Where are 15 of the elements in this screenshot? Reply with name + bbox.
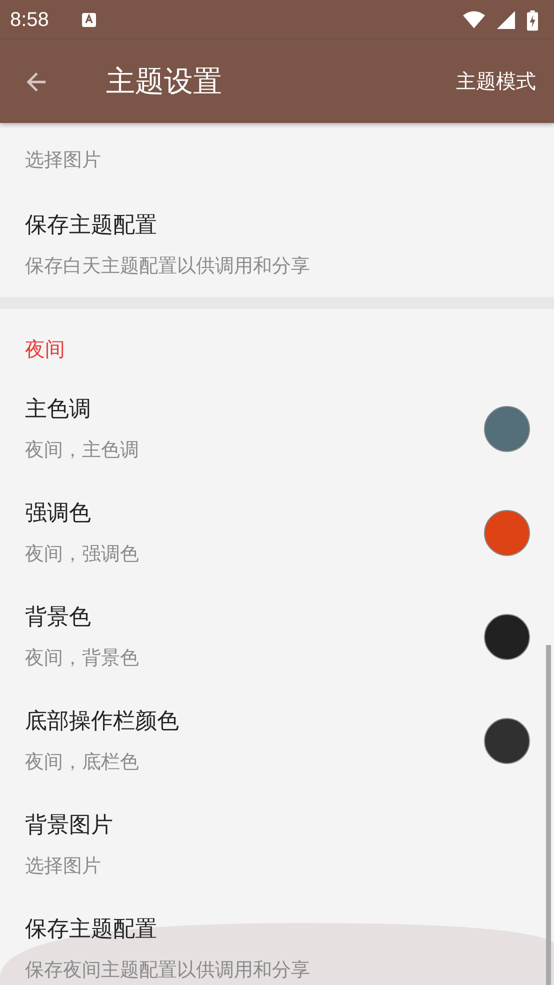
settings-item[interactable]: 强调色 夜间，强调色 bbox=[0, 481, 554, 585]
battery-charging-icon bbox=[527, 10, 538, 30]
wifi-icon bbox=[463, 10, 485, 30]
status-time: 8:58 bbox=[10, 8, 49, 32]
settings-item[interactable]: 背景图片 选择图片 bbox=[0, 793, 554, 897]
settings-item[interactable]: 背景色 夜间，背景色 bbox=[0, 585, 554, 689]
settings-item[interactable]: 保存主题配置 保存夜间主题配置以供调用和分享 bbox=[0, 897, 554, 985]
section-header: 夜间 bbox=[24, 336, 66, 363]
signal-icon bbox=[495, 10, 517, 30]
theme-mode-button[interactable]: 主题模式 bbox=[456, 64, 536, 99]
keyboard-notification-icon bbox=[80, 12, 97, 28]
settings-item[interactable]: 主色调 夜间，主色调 bbox=[0, 377, 554, 481]
settings-item[interactable]: 保存主题配置 保存白天主题配置以供调用和分享 bbox=[0, 193, 554, 297]
screen-title: 主题设置 bbox=[106, 62, 223, 100]
settings-item[interactable]: 底部操作栏颜色 夜间，底栏色 bbox=[0, 689, 554, 793]
